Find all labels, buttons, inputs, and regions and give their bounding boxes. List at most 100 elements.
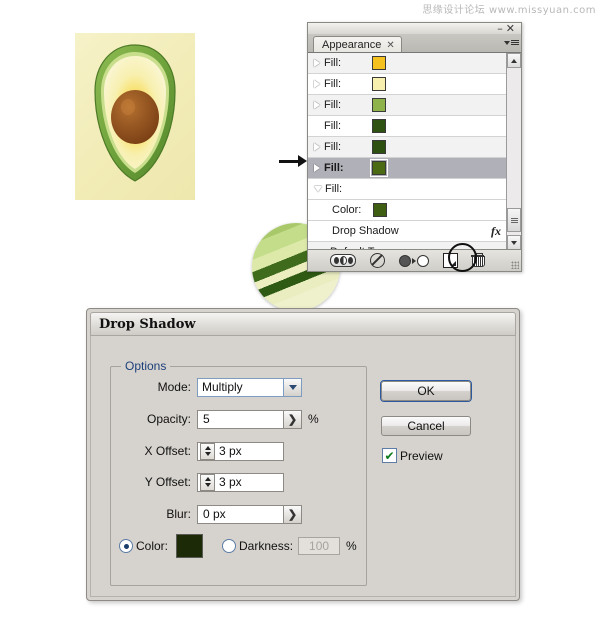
tab-appearance-label: Appearance <box>322 39 382 51</box>
disclosure-triangle-open-icon[interactable] <box>314 186 322 192</box>
duplicate-selected-item-button[interactable] <box>443 253 458 268</box>
avocado-illustration <box>75 33 340 311</box>
options-legend: Options <box>121 359 171 373</box>
y-offset-value: 3 px <box>219 475 242 489</box>
appearance-row-fill-6-selected[interactable]: Fill: <box>308 158 507 179</box>
fill-color-swatch[interactable] <box>372 140 386 154</box>
appearance-row-fill-5[interactable]: Fill: <box>308 137 507 158</box>
dialog-body: Options Mode: Multiply Opacity: 5 ❯ % X … <box>90 336 516 597</box>
fx-icon[interactable]: fx <box>491 224 501 239</box>
appearance-row-fill-2[interactable]: Fill: <box>308 74 507 95</box>
x-offset-input[interactable]: 3 px <box>197 441 284 461</box>
mode-field-row: Mode: Multiply <box>110 377 365 397</box>
color-radio-label: Color: <box>136 539 169 553</box>
disclosure-triangle-icon[interactable] <box>314 80 320 88</box>
preview-checkbox-row[interactable]: ✔ Preview <box>382 448 443 463</box>
appearance-row-fill-1[interactable]: Fill: <box>308 53 507 74</box>
fill-color-swatch[interactable] <box>372 56 386 70</box>
appearance-row-fill-7-expanded[interactable]: Fill: <box>308 179 507 200</box>
appearance-row-label: Fill: <box>324 57 342 69</box>
tab-appearance[interactable]: Appearance ✕ <box>313 36 402 53</box>
appearance-list: Fill: Fill: Fill: Fill: Fill: Fill: Fill… <box>308 52 521 250</box>
new-item-icon <box>443 253 458 268</box>
darkness-radio[interactable] <box>222 539 237 553</box>
appearance-subrow-label: Color: <box>332 204 362 216</box>
window-controls[interactable]: –✕ <box>497 23 518 34</box>
x-offset-label: X Offset: <box>144 444 191 458</box>
fill-color-swatch[interactable] <box>372 77 386 91</box>
resize-grip[interactable] <box>511 261 519 269</box>
tab-close-icon[interactable]: ✕ <box>386 40 394 51</box>
chevron-down-icon <box>288 384 297 390</box>
preview-checkbox[interactable]: ✔ <box>382 448 397 463</box>
appearance-subrow-drop-shadow[interactable]: Drop Shadow fx <box>308 221 507 242</box>
appearance-rows: Fill: Fill: Fill: Fill: Fill: Fill: Fill… <box>308 53 507 250</box>
mode-select-arrow[interactable] <box>284 377 302 397</box>
fill-color-swatch[interactable] <box>372 119 386 133</box>
appearance-panel-footer <box>308 249 521 271</box>
disclosure-triangle-icon[interactable] <box>314 143 320 151</box>
mode-select[interactable]: Multiply <box>197 377 284 397</box>
panel-tabstrip: Appearance ✕ <box>308 34 521 53</box>
reduce-to-basic-appearance-button[interactable] <box>399 254 429 267</box>
appearance-list-scrollbar[interactable] <box>506 53 521 250</box>
toggle-visibility-button[interactable] <box>330 254 356 267</box>
panel-titlebar: –✕ <box>308 23 521 34</box>
fill-color-swatch[interactable] <box>372 98 386 112</box>
pointer-arrow-annotation <box>279 155 307 167</box>
chevron-up-icon <box>511 58 517 63</box>
avocado-vector <box>94 44 176 182</box>
darkness-input[interactable]: 100 <box>298 537 341 555</box>
chevron-down-icon <box>503 40 510 45</box>
mode-label: Mode: <box>157 380 191 394</box>
x-offset-value: 3 px <box>219 444 242 458</box>
appearance-panel: –✕ Appearance ✕ Fill: Fill: Fill: Fill: … <box>307 22 522 272</box>
opacity-label: Opacity: <box>146 412 191 426</box>
scroll-up-button[interactable] <box>507 53 521 68</box>
scroll-down-button[interactable] <box>507 235 521 250</box>
y-offset-field-row: Y Offset: 3 px <box>110 472 365 492</box>
opacity-field-row: Opacity: 5 ❯ % <box>110 409 365 429</box>
scroll-thumb[interactable] <box>507 208 521 232</box>
appearance-row-label: Fill: <box>324 162 344 174</box>
color-radio[interactable] <box>119 539 133 553</box>
opacity-popup-arrow[interactable]: ❯ <box>284 409 302 429</box>
duplicate-circles-icon <box>399 254 411 267</box>
x-offset-field-row: X Offset: 3 px <box>110 441 365 461</box>
disclosure-triangle-icon[interactable] <box>314 164 320 172</box>
blur-input[interactable]: 0 px <box>197 504 284 524</box>
disclosure-triangle-icon[interactable] <box>314 101 320 109</box>
screenshot-root: 思缘设计论坛 www.missyuan.com –✕ Appearance ✕ … <box>0 0 600 620</box>
pill-toggle-icon <box>330 254 356 267</box>
appearance-row-label: Fill: <box>324 141 342 153</box>
cancel-button[interactable]: Cancel <box>381 416 471 436</box>
appearance-row-label: Fill: <box>324 99 342 111</box>
trash-icon <box>471 252 485 267</box>
shadow-color-swatch[interactable] <box>176 534 204 558</box>
delete-selected-item-button[interactable] <box>471 252 485 267</box>
opacity-input[interactable]: 5 <box>197 409 284 429</box>
appearance-row-fill-4[interactable]: Fill: <box>308 116 507 137</box>
y-offset-label: Y Offset: <box>144 475 191 489</box>
dialog-title: Drop Shadow <box>90 312 516 336</box>
y-offset-stepper[interactable] <box>200 473 215 491</box>
appearance-row-fill-3[interactable]: Fill: <box>308 95 507 116</box>
appearance-row-label: Fill: <box>324 120 342 132</box>
appearance-subrow-color[interactable]: Color: <box>308 200 507 221</box>
disclosure-triangle-icon[interactable] <box>314 59 320 67</box>
y-offset-input[interactable]: 3 px <box>197 472 284 492</box>
preview-label: Preview <box>400 448 443 463</box>
check-icon: ✔ <box>384 448 395 463</box>
fill-color-swatch[interactable] <box>370 159 388 177</box>
blur-field-row: Blur: 0 px ❯ <box>110 504 365 524</box>
drop-shadow-dialog: Drop Shadow Options Mode: Multiply Opaci… <box>86 308 520 601</box>
color-swatch[interactable] <box>373 203 388 217</box>
clear-appearance-button[interactable] <box>370 253 385 268</box>
panel-menu-button[interactable] <box>503 36 519 49</box>
hamburger-icon <box>510 40 519 45</box>
x-offset-stepper[interactable] <box>200 442 215 460</box>
blur-popup-arrow[interactable]: ❯ <box>284 504 302 524</box>
appearance-row-label: Fill: <box>325 183 343 195</box>
ok-button[interactable]: OK <box>381 381 471 401</box>
chevron-down-icon <box>511 240 517 245</box>
